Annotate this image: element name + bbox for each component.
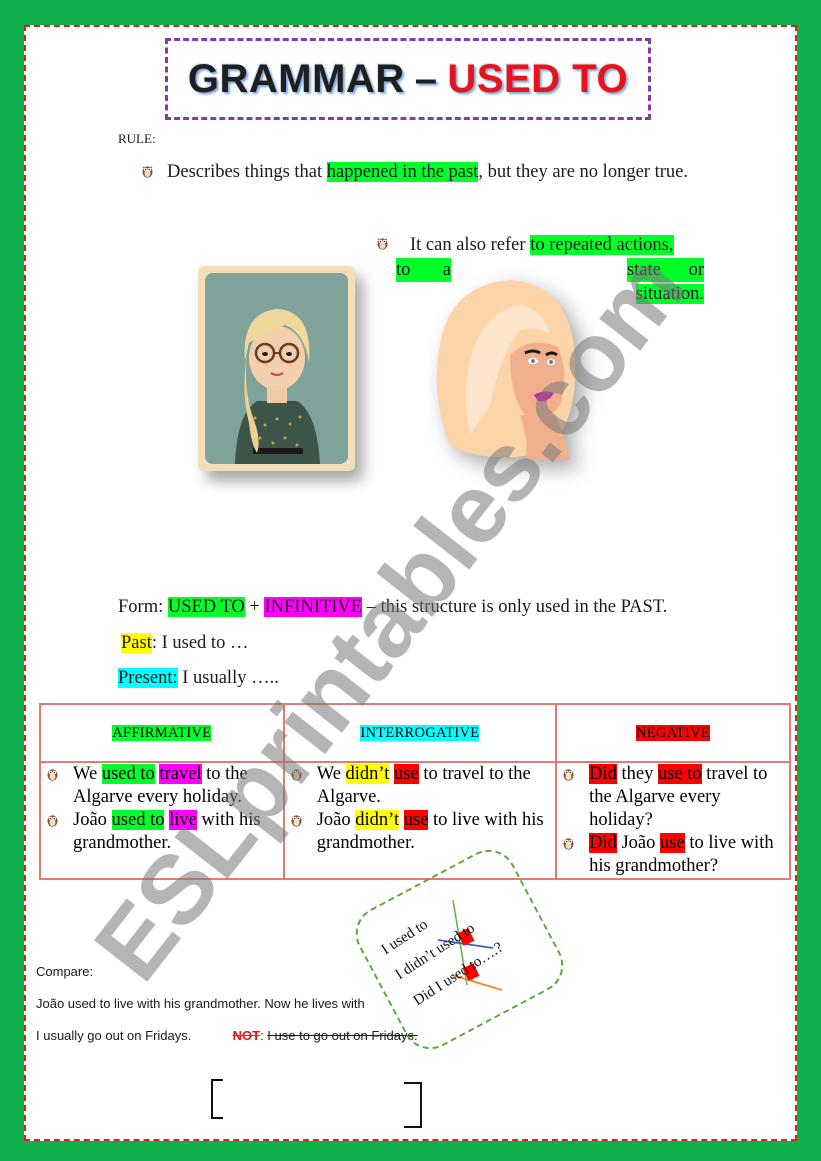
form-label: Form: xyxy=(118,597,168,617)
header-negative: NEGATIVE xyxy=(555,703,791,763)
header-negative-label: NEGATIVE xyxy=(636,724,711,741)
compare-line-1: João used to live with his grandmother. … xyxy=(36,996,365,1011)
negative-cell: Did they use to travel to the Algarve ev… xyxy=(555,761,791,880)
highlight: didn’t xyxy=(345,764,390,784)
rule-point-1: Describes things that happened in the pa… xyxy=(142,160,722,185)
girl-with-glasses-picture xyxy=(198,266,355,471)
past-label: Past xyxy=(121,633,152,653)
correct-sentence: I usually go out on Fridays. xyxy=(36,1028,192,1043)
left-bracket xyxy=(211,1079,223,1119)
text: João xyxy=(616,833,661,853)
compare-label: Compare: xyxy=(36,964,94,979)
list-item: João didn’t use to live with his grandmo… xyxy=(285,809,555,855)
rule-2-highlight-situation: situation. xyxy=(635,283,704,304)
woman-illustration-icon xyxy=(436,280,576,460)
highlight: use xyxy=(660,833,685,853)
title-grammar: GRAMMAR xyxy=(187,56,405,101)
owl-bullet-icon xyxy=(142,164,153,178)
affirmative-cell: We used to travel to the Algarve every h… xyxy=(39,761,285,880)
rule-1-highlight: happened in the past xyxy=(326,162,479,182)
list-item: We didn’t use to travel to the Algarve. xyxy=(285,763,555,809)
rule-2-text: It can also refer xyxy=(410,235,531,255)
past-text: : I used to … xyxy=(151,633,249,653)
highlight: Did xyxy=(589,833,617,853)
list-item: We used to travel to the Algarve every h… xyxy=(41,763,283,809)
highlight: use xyxy=(403,810,429,830)
highlight: use to xyxy=(657,764,702,784)
form-infinitive: INFINITIVE xyxy=(264,597,363,617)
owl-bullet-icon xyxy=(291,813,302,827)
owl-bullet-icon xyxy=(377,236,388,250)
highlight: Did xyxy=(589,764,617,784)
highlight: used to xyxy=(101,764,155,784)
rule-1-text: Describes things that xyxy=(167,162,327,182)
rule-2-highlight-state-or: state or xyxy=(626,257,704,282)
list-item: Did they use to travel to the Algarve ev… xyxy=(557,763,789,832)
blonde-woman-picture xyxy=(430,275,590,465)
owl-bullet-icon xyxy=(291,767,302,781)
rule-2-highlight-1: to repeated actions, xyxy=(530,235,674,255)
text: We xyxy=(73,764,102,784)
highlight: didn’t xyxy=(355,810,400,830)
list-item: João used to live with his grandmother. xyxy=(41,809,283,855)
list-item: Did João use to live with his grandmothe… xyxy=(557,832,789,878)
header-interrogative-label: INTERROGATIVE xyxy=(360,724,480,741)
right-bracket xyxy=(404,1082,422,1128)
highlight: travel xyxy=(159,764,202,784)
present-text: I usually ….. xyxy=(177,668,279,688)
header-affirmative-label: AFFIRMATIVE xyxy=(112,724,212,741)
form-used-to: USED TO xyxy=(167,597,245,617)
owl-bullet-icon xyxy=(47,813,58,827)
rule-2-line-1: It can also refer to repeated actions, xyxy=(377,233,707,258)
title-box: GRAMMAR – USED TO xyxy=(165,38,651,120)
owl-bullet-icon xyxy=(47,767,58,781)
text: they xyxy=(616,764,658,784)
highlight: live xyxy=(169,810,197,830)
text: João xyxy=(73,810,112,830)
present-line: Present: I usually ….. xyxy=(118,668,279,689)
owl-bullet-icon xyxy=(563,767,574,781)
highlight: use xyxy=(394,764,419,784)
girl-illustration-icon xyxy=(205,273,348,464)
not-label: NOT xyxy=(232,1028,261,1043)
header-interrogative: INTERROGATIVE xyxy=(282,703,558,763)
highlight: used to xyxy=(111,810,165,830)
text: João xyxy=(316,810,356,830)
rule-label: RULE: xyxy=(118,131,156,146)
past-line: Past: I used to … xyxy=(121,633,248,654)
header-affirmative: AFFIRMATIVE xyxy=(39,703,285,763)
form-rest: – this structure is only used in the PAS… xyxy=(362,597,668,617)
owl-bullet-icon xyxy=(563,836,574,850)
text: We xyxy=(316,764,346,784)
form-line: Form: USED TO + INFINITIVE – this struct… xyxy=(118,597,667,618)
form-plus: + xyxy=(244,597,265,617)
table-header-row: AFFIRMATIVE INTERROGATIVE NEGATIVE xyxy=(39,703,791,763)
present-label: Present: xyxy=(118,668,178,688)
rule-1-text-end: , but they are no longer true. xyxy=(478,162,688,182)
title-used-to: USED TO xyxy=(447,56,629,101)
title-dash: – xyxy=(414,56,438,101)
